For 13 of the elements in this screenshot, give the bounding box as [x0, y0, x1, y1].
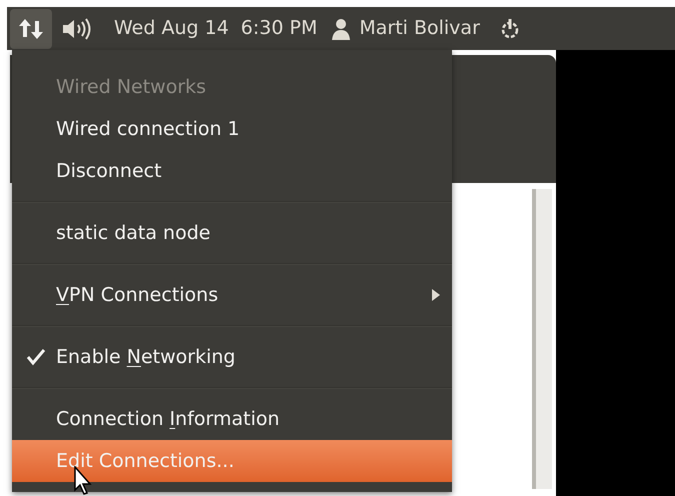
time-text[interactable]: 6:30 PM [240, 14, 318, 43]
user-name[interactable]: Marti Bolivar [359, 14, 480, 43]
menu-item[interactable]: Connection Information [12, 398, 452, 440]
menu-item[interactable]: Enable Networking [12, 336, 452, 378]
menu-item[interactable]: Disconnect [12, 150, 452, 192]
date-text[interactable]: Wed Aug 14 [114, 14, 229, 43]
up-down-arrows-icon [18, 16, 44, 40]
menu-item[interactable]: Wired connection 1 [12, 108, 452, 150]
network-indicator[interactable] [10, 8, 52, 48]
submenu-arrow-icon [432, 289, 440, 301]
user-icon [331, 18, 352, 40]
menu-item[interactable]: VPN Connections [12, 274, 452, 316]
menu-item[interactable]: static data node [12, 212, 452, 254]
